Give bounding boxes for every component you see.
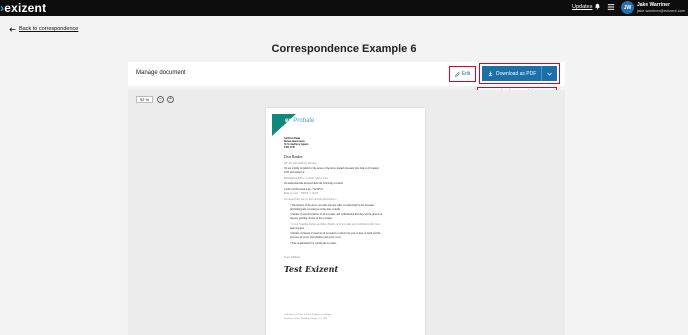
address-line: EH2 2YB [284,146,295,149]
signature: Test Exizent [284,264,339,274]
body-line: Credit card Personal loan - *1234*01 [284,188,323,191]
body-line: Birmingham Palace, London, SW1A 1AA [284,177,328,180]
manage-document-label: Manage document [136,70,186,76]
body-line: 2023 and resided at: [284,171,305,174]
zoom-in-button[interactable]: + [167,96,174,103]
closing: Yours faithfully [284,256,301,259]
body-line: Bank account - *98765 - 112233 [284,192,318,195]
body-line: We are writing on behalf of the estate o… [284,167,380,170]
download-pdf-highlight: Download as PDF [479,63,560,84]
download-pdf-button[interactable]: Download as PDF [482,71,541,77]
bullet-line: deposit, pending closure of the accounts… [290,217,333,220]
back-link-label: Back to correspondence [19,26,79,32]
avatar[interactable]: JW [621,1,634,14]
bell-icon[interactable] [594,3,601,10]
top-bar: ›exizent Updates JW Jake Warriner jake.w… [0,0,688,16]
bullet-line: previous six years, and whether paid gro… [290,236,341,239]
bullet-line: • List of Standing Orders and Direct Deb… [290,223,381,226]
download-pdf-label: Download as PDF [496,70,537,77]
user-email: jake.warriner@exizent.com [637,8,686,13]
updates-link[interactable]: Updates [572,4,593,10]
bullet-line: • Your requirements for closing the acco… [290,242,337,245]
bullet-line: • Details of current balances of all acc… [290,213,383,216]
back-to-correspondence-link[interactable]: Back to correspondence [9,26,78,32]
download-pdf-split-button: Download as PDF [482,66,557,81]
document-logo: exiProbate [285,118,315,124]
bullet-line: • The balance of the above accounts and … [290,204,374,207]
bullet-line: been stopped. [290,227,305,230]
chevron-down-icon [547,72,552,76]
page-title: Correspondence Example 6 [271,43,417,55]
document-page: exiProbate NatWest Bank Bereavement team… [266,108,425,335]
body-line: We respectfully ask for the following in… [284,198,338,201]
pencil-icon [454,71,460,77]
download-options-toggle[interactable] [541,66,557,81]
re-line: RE: Mr John Anthony Warriner [284,162,317,165]
body-line: We understand the deceased held the foll… [284,182,344,185]
footer-line: Registered office: Building, Glasgow, G1… [284,318,328,320]
arrow-left-icon [9,26,16,32]
edit-button-label: Edit [461,71,471,77]
salutation: Dear Banker, [284,155,304,159]
bullet-line: • Details of interest accrued on all acc… [290,232,381,235]
edit-button[interactable]: Edit [449,66,476,82]
footer-line: exiProbate is a Trade Limited Trading as… [284,314,332,316]
bullet-line: (including joint accounts) as at the dat… [290,208,341,211]
zoom-level[interactable]: 92 % [136,96,153,103]
exizent-logo[interactable]: ›exizent [0,1,46,15]
zoom-out-button[interactable]: − [157,96,164,103]
menu-list-icon[interactable] [607,3,615,11]
download-icon [488,71,493,76]
